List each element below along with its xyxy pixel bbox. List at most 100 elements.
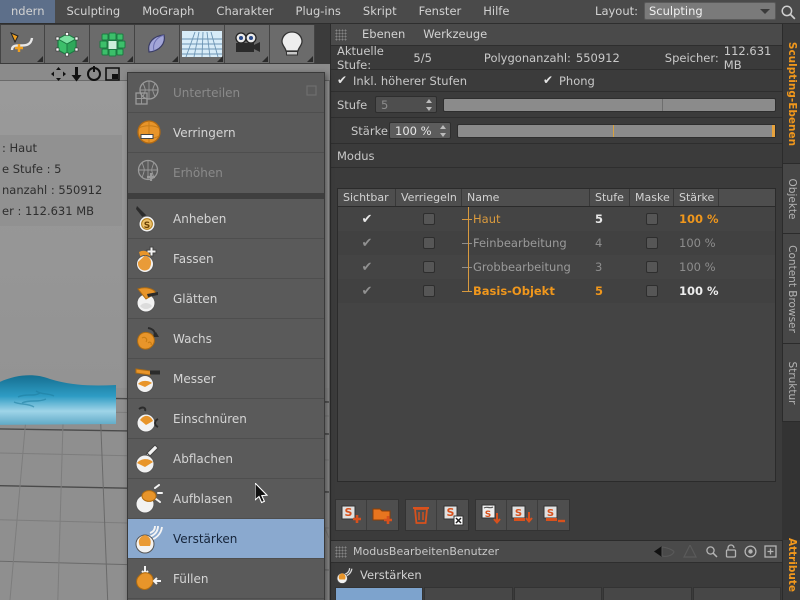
nurbs-button[interactable] (135, 25, 180, 63)
cell-visible[interactable]: ✔ (338, 255, 396, 279)
render-region-icon[interactable] (105, 66, 121, 82)
cell-locked[interactable] (396, 279, 462, 303)
tab-attribute[interactable]: Attribute (782, 538, 800, 600)
target-icon[interactable] (744, 544, 757, 558)
cell-visible[interactable]: ✔ (338, 207, 396, 231)
cell-staerke[interactable]: 100 % (674, 231, 719, 255)
include-higher-levels-checkbox[interactable]: ✔ Inkl. höherer Stufen (331, 74, 467, 88)
staerke-slider-knob[interactable] (772, 124, 775, 137)
cell-visible[interactable]: ✔ (338, 279, 396, 303)
layout-select[interactable]: Sculpting (644, 2, 776, 20)
back-arrow-icon[interactable] (654, 545, 676, 558)
cell-staerke[interactable]: 100 % (674, 207, 719, 231)
cell-locked[interactable] (396, 207, 462, 231)
phong-checkbox[interactable]: ✔ Phong (543, 74, 595, 88)
flyout-item-verstaerken[interactable]: Verstärken (128, 519, 324, 559)
cell-name[interactable]: Haut (462, 207, 590, 231)
cell-name[interactable]: Feinbearbeitung (462, 231, 590, 255)
attr-menu-modus[interactable]: Modus (353, 545, 389, 558)
table-row[interactable]: ✔ Feinbearbeitung 4 100 % (338, 231, 775, 255)
flyout-item-unterteilen[interactable]: Unterteilen (128, 73, 324, 113)
attr-menu-bearbeiten[interactable]: Bearbeiten (389, 545, 449, 558)
column-header-verriegeln[interactable]: Verriegeln (396, 189, 462, 206)
cell-maske[interactable] (630, 255, 674, 279)
panel-menu-ebenen[interactable]: Ebenen (353, 24, 414, 45)
cube-primitive-button[interactable] (45, 25, 90, 63)
staerke-input[interactable]: 100 % (389, 122, 451, 139)
attribute-tab[interactable] (513, 587, 603, 600)
flyout-item-einschnueren[interactable]: Einschnüren (128, 399, 324, 439)
staerke-stepper-icon[interactable] (440, 125, 447, 137)
expand-icon[interactable] (764, 544, 777, 558)
cell-stufe[interactable]: 5 (590, 279, 630, 303)
lock-icon[interactable] (725, 544, 737, 558)
stufe-stepper-icon[interactable] (426, 99, 433, 111)
menu-item-fenster[interactable]: Fenster (408, 0, 473, 23)
forward-arrow-icon[interactable] (683, 544, 698, 558)
column-header-name[interactable]: Name (462, 189, 590, 206)
table-row[interactable]: ✔ Grobbearbeitung 3 100 % (338, 255, 775, 279)
cell-maske[interactable] (630, 231, 674, 255)
cell-maske[interactable] (630, 207, 674, 231)
tab-content-browser[interactable]: Content Browser (782, 234, 800, 344)
move-icon[interactable] (50, 66, 67, 82)
attribute-tab[interactable] (335, 587, 424, 600)
add-layer-button[interactable]: S (336, 500, 367, 530)
column-header-stufe[interactable]: Stufe (590, 189, 630, 206)
cell-visible[interactable]: ✔ (338, 231, 396, 255)
clear-layer-button[interactable]: S (437, 500, 468, 530)
deformer-button[interactable] (90, 25, 135, 63)
panel-grip-icon[interactable] (335, 28, 347, 41)
column-header-sichtbar[interactable]: Sichtbar (338, 189, 396, 206)
search-icon[interactable] (705, 545, 718, 558)
cell-stufe[interactable]: 5 (590, 207, 630, 231)
flyout-item-anheben[interactable]: S Anheben (128, 199, 324, 239)
tab-sculpting-ebenen[interactable]: Sculpting-Ebenen (782, 24, 800, 164)
panel-menu-werkzeuge[interactable]: Werkzeuge (414, 24, 496, 45)
tab-objekte[interactable]: Objekte (782, 164, 800, 234)
add-folder-button[interactable] (367, 500, 398, 530)
flyout-item-fassen[interactable]: Fassen (128, 239, 324, 279)
flyout-item-wachs[interactable]: Wachs (128, 319, 324, 359)
cell-stufe[interactable]: 3 (590, 255, 630, 279)
menu-item-plugins[interactable]: Plug-ins (285, 0, 352, 23)
cell-staerke[interactable]: 100 % (674, 255, 719, 279)
spline-pen-button[interactable] (0, 25, 45, 63)
menu-item-sculpting[interactable]: Sculpting (55, 0, 131, 23)
floor-environment-button[interactable] (180, 25, 225, 63)
menu-item-aendern[interactable]: ndern (0, 0, 56, 23)
cell-name[interactable]: Basis-Objekt (462, 279, 590, 303)
panel-grip-icon[interactable] (335, 545, 347, 558)
rotate-icon[interactable] (86, 66, 102, 82)
menu-item-hilfe[interactable]: Hilfe (472, 0, 520, 23)
cell-stufe[interactable]: 4 (590, 231, 630, 255)
attribute-tab[interactable] (424, 587, 513, 600)
merge-all-button[interactable]: S (507, 500, 538, 530)
cell-maske[interactable] (630, 279, 674, 303)
menu-item-skript[interactable]: Skript (352, 0, 408, 23)
cell-locked[interactable] (396, 231, 462, 255)
merge-layer-down-button[interactable]: S (476, 500, 507, 530)
stufe-input[interactable]: 5 (375, 96, 437, 113)
menu-item-mograph[interactable]: MoGraph (131, 0, 205, 23)
table-row[interactable]: ✔ Haut 5 100 % (338, 207, 775, 231)
attr-menu-benutzer[interactable]: Benutzer (449, 545, 499, 558)
flyout-item-fuellen[interactable]: Füllen (128, 559, 324, 599)
cell-name[interactable]: Grobbearbeitung (462, 255, 590, 279)
flyout-item-messer[interactable]: Messer (128, 359, 324, 399)
light-button[interactable] (270, 25, 315, 63)
cell-locked[interactable] (396, 255, 462, 279)
attribute-object-row[interactable]: Verstärken (331, 563, 782, 587)
scale-icon[interactable] (70, 66, 83, 82)
menu-item-charakter[interactable]: Charakter (205, 0, 284, 23)
attribute-tab[interactable] (603, 587, 692, 600)
flyout-item-erhoehen[interactable]: Erhöhen (128, 153, 324, 193)
delete-layer-button[interactable] (406, 500, 437, 530)
flyout-item-aufblasen[interactable]: Aufblasen (128, 479, 324, 519)
cell-staerke[interactable]: 100 % (674, 279, 719, 303)
table-row[interactable]: ✔ Basis-Objekt 5 100 % (338, 279, 775, 303)
search-icon[interactable] (780, 4, 797, 21)
column-header-staerke[interactable]: Stärke (674, 189, 719, 206)
flyout-item-abflachen[interactable]: Abflachen (128, 439, 324, 479)
stufe-slider[interactable] (443, 97, 776, 112)
